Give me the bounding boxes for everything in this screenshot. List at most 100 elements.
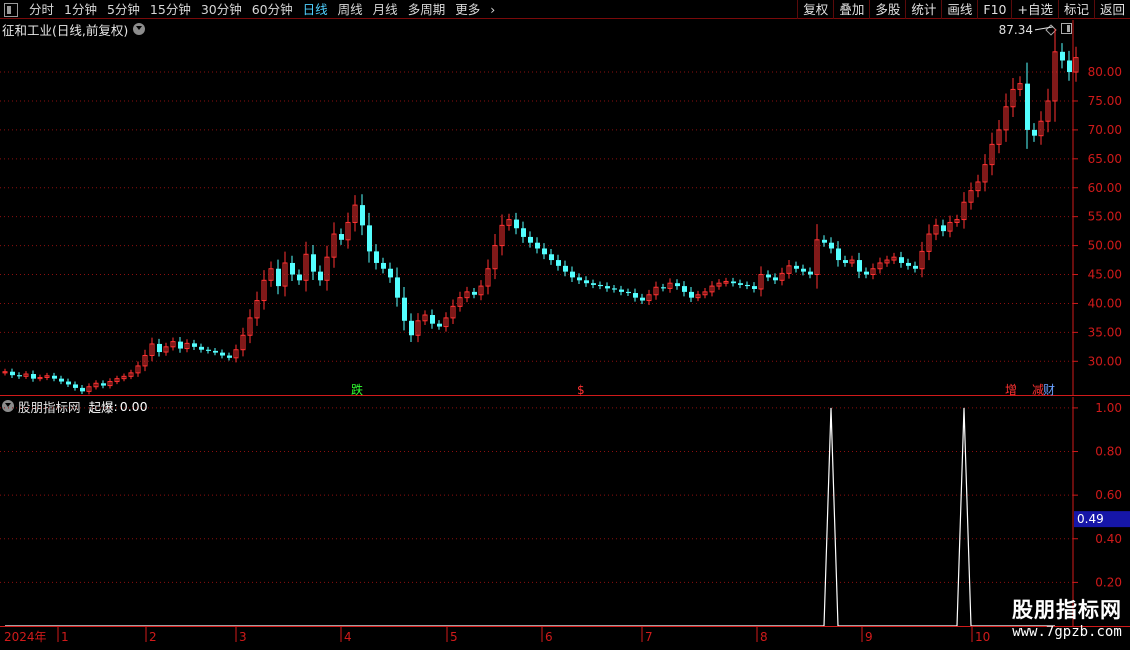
toolbar-button[interactable]: 统计 bbox=[905, 0, 941, 19]
y-tick-label: 50.00 bbox=[1088, 239, 1122, 253]
candle-body bbox=[59, 378, 64, 382]
candle-body bbox=[843, 260, 848, 263]
indicator-chart[interactable]: 0.20 0.40 0.60 0.80 1.00 0.49 2024年 1 2 3 4 5 6 7 8 9 10 bbox=[0, 397, 1130, 650]
x-month-label: 9 bbox=[865, 630, 873, 644]
candle-body bbox=[178, 341, 183, 349]
y-tick-label: 0.40 bbox=[1095, 532, 1122, 546]
candle-body bbox=[220, 352, 225, 356]
toolbar-button[interactable]: 返回 bbox=[1093, 0, 1130, 19]
cursor-value-label: 0.49 bbox=[1077, 512, 1104, 526]
y-tick-label: 65.00 bbox=[1088, 152, 1122, 166]
candle-body bbox=[542, 248, 547, 255]
y-tick-label: 45.00 bbox=[1088, 268, 1122, 282]
candle-body bbox=[556, 260, 561, 266]
candle-body bbox=[206, 349, 211, 351]
candle-body bbox=[612, 288, 617, 290]
candle-body bbox=[1025, 83, 1030, 130]
candle-body bbox=[640, 297, 645, 301]
x-month-label: 6 bbox=[545, 630, 553, 644]
candle-body bbox=[52, 375, 57, 379]
event-marker: 增 bbox=[1005, 383, 1017, 396]
candle-body bbox=[906, 262, 911, 266]
candle-body bbox=[297, 274, 302, 281]
candle-body bbox=[633, 293, 638, 298]
candle-body bbox=[339, 234, 344, 240]
candle-body bbox=[563, 265, 568, 272]
toolbar-button[interactable]: 复权 bbox=[797, 0, 833, 19]
candle-body bbox=[290, 262, 295, 275]
candle-body bbox=[661, 287, 666, 289]
candlestick-chart[interactable]: 30.00 35.00 40.00 45.00 50.00 55.00 60.00 65.00… bbox=[0, 20, 1130, 396]
period-tab[interactable]: 日线 bbox=[298, 0, 333, 19]
candle-body bbox=[521, 228, 526, 237]
candle-body bbox=[731, 281, 736, 284]
period-tab[interactable]: 分时 bbox=[24, 0, 59, 19]
period-tab[interactable]: 更多 bbox=[450, 0, 485, 19]
toolbar-button[interactable]: 标记 bbox=[1057, 0, 1094, 19]
y-tick-label: 0.80 bbox=[1095, 445, 1122, 459]
toolbar-button[interactable]: 多股 bbox=[869, 0, 905, 19]
candle-body bbox=[80, 387, 85, 392]
candle-body bbox=[409, 320, 414, 336]
candle-body bbox=[913, 265, 918, 269]
period-toolbar: 分时 1分钟 5分钟 15分钟 30分钟 60分钟 日线 周线 月线 多周期 更多 › 复权 叠加 多股统… bbox=[0, 0, 1130, 19]
candle-body bbox=[528, 236, 533, 243]
watermark-title: 股朋指标网 bbox=[1012, 598, 1122, 622]
candle-body bbox=[570, 271, 575, 278]
y-tick-label: 0.20 bbox=[1095, 575, 1122, 589]
period-tab[interactable]: 月线 bbox=[368, 0, 403, 19]
candle-body bbox=[430, 315, 435, 324]
candle-body bbox=[738, 283, 743, 285]
period-list: 分时 1分钟 5分钟 15分钟 30分钟 60分钟 日线 周线 月线 多周期 更多 › bbox=[0, 0, 500, 19]
period-tab[interactable]: 5分钟 bbox=[102, 0, 145, 19]
period-tab[interactable]: 多周期 bbox=[403, 0, 451, 19]
candle-body bbox=[689, 291, 694, 298]
candle-body bbox=[374, 251, 379, 263]
event-marker: 跌 bbox=[351, 382, 363, 396]
candle-body bbox=[808, 271, 813, 275]
candle-body bbox=[10, 371, 15, 376]
candle-body bbox=[598, 284, 603, 287]
y-tick-label: 35.00 bbox=[1088, 325, 1122, 339]
period-tab[interactable]: 周线 bbox=[333, 0, 368, 19]
x-year-label: 2024年 bbox=[4, 630, 47, 644]
signal-line bbox=[5, 407, 1055, 627]
window-icon[interactable] bbox=[4, 2, 18, 17]
candle-body bbox=[101, 383, 106, 386]
high-pointer bbox=[1034, 26, 1054, 31]
candle-body bbox=[1060, 51, 1065, 61]
candle-body bbox=[31, 374, 36, 379]
candle-body bbox=[836, 248, 841, 261]
candle-body bbox=[619, 289, 624, 292]
candle-body bbox=[591, 283, 596, 285]
chevron-right-icon[interactable]: › bbox=[485, 0, 500, 19]
period-tab[interactable]: 1分钟 bbox=[59, 0, 102, 19]
candle-body bbox=[1067, 60, 1072, 73]
toolbar-button[interactable]: +自选 bbox=[1011, 0, 1057, 19]
y-tick-label: 60.00 bbox=[1088, 181, 1122, 195]
x-month-label: 7 bbox=[645, 630, 653, 644]
candle-body bbox=[367, 225, 372, 252]
candle-body bbox=[899, 257, 904, 263]
candle-body bbox=[682, 286, 687, 292]
candle-body bbox=[794, 265, 799, 269]
period-tab[interactable]: 15分钟 bbox=[145, 0, 196, 19]
x-month-label: 4 bbox=[344, 630, 352, 644]
candle-body bbox=[745, 284, 750, 287]
period-tab[interactable]: 30分钟 bbox=[196, 0, 247, 19]
candle-body bbox=[17, 375, 22, 377]
candle-body bbox=[360, 205, 365, 226]
toolbar-button[interactable]: F10 bbox=[977, 0, 1011, 19]
toolbar-button[interactable]: 叠加 bbox=[833, 0, 869, 19]
x-month-label: 3 bbox=[239, 630, 247, 644]
candle-body bbox=[395, 277, 400, 298]
y-tick-label: 55.00 bbox=[1088, 210, 1122, 224]
candle-body bbox=[773, 277, 778, 281]
candle-body bbox=[535, 242, 540, 249]
toolbar-button[interactable]: 画线 bbox=[941, 0, 977, 19]
y-tick-label: 70.00 bbox=[1088, 123, 1122, 137]
period-tab[interactable]: 60分钟 bbox=[247, 0, 298, 19]
y-tick-label: 40.00 bbox=[1088, 296, 1122, 310]
candle-body bbox=[829, 242, 834, 249]
candle-body bbox=[864, 271, 869, 275]
